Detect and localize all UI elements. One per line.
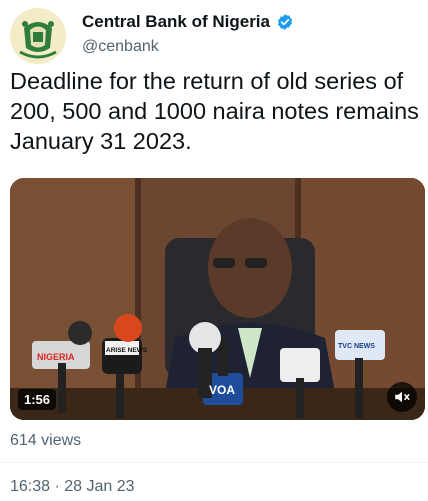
author-handle[interactable]: @cenbank (82, 38, 159, 56)
view-count: 614 views (10, 432, 82, 449)
author-name[interactable]: Central Bank of Nigeria (82, 12, 270, 32)
video-player[interactable]: NIGERIA ARISE NEWS VOA TVC NEWS 1:56 (10, 178, 425, 420)
verified-badge-icon (277, 14, 293, 30)
avatar[interactable] (10, 8, 66, 64)
name-row: Central Bank of Nigeria (82, 12, 294, 32)
tweet-text: Deadline for the return of old series of… (10, 68, 419, 154)
cbn-logo-icon (10, 8, 66, 64)
tweet-header: Central Bank of Nigeria @cenbank (10, 8, 420, 64)
video-duration: 1:56 (18, 389, 57, 410)
mic-label-nigeria: NIGERIA (37, 352, 75, 362)
mic-label-arise: ARISE NEWS (106, 347, 148, 354)
video-frame: NIGERIA ARISE NEWS VOA TVC NEWS (10, 178, 425, 420)
mic-label-tvc: TVC NEWS (338, 343, 375, 350)
divider (0, 462, 428, 463)
mic-label-voa: VOA (209, 383, 235, 397)
mute-button[interactable] (387, 382, 417, 412)
tweet-timestamp[interactable]: 16:38 · 28 Jan 23 (10, 478, 135, 496)
speaker-muted-icon (395, 391, 410, 403)
